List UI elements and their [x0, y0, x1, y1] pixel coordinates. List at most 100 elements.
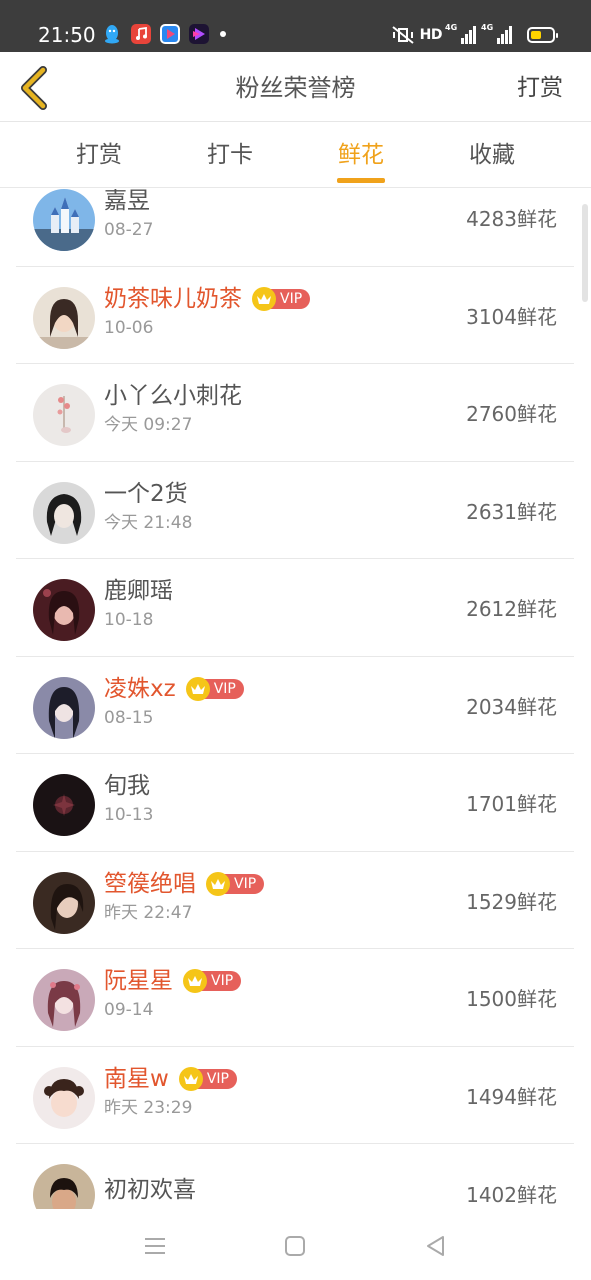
- fan-name-text: 初初欢喜: [104, 1177, 196, 1203]
- mute-vibrate-icon: [392, 26, 414, 44]
- page-title: 粉丝荣誉榜: [235, 74, 356, 102]
- fan-row[interactable]: 旬我 10-13 1701鲜花: [16, 754, 574, 852]
- fan-date: 今天 09:27: [104, 415, 193, 435]
- fan-name[interactable]: 奶茶味儿奶茶 VIP: [104, 284, 311, 314]
- fan-name[interactable]: 小丫么小刺花: [104, 381, 242, 411]
- flower-count: 2631鲜花: [466, 499, 557, 524]
- avatar[interactable]: [33, 774, 95, 836]
- fan-date: 10-06: [104, 317, 154, 338]
- tab-flowers[interactable]: 鲜花: [321, 140, 401, 170]
- network-hd-label: HD: [419, 27, 443, 43]
- avatar[interactable]: [33, 969, 95, 1031]
- status-right-group: HD 4G 4G: [390, 23, 558, 46]
- fan-date: 10-13: [104, 805, 154, 825]
- fan-row[interactable]: 南星w VIP 昨天 23:29 1494鲜花: [16, 1047, 574, 1144]
- fan-row[interactable]: 凌姝xz VIP 08-15 2034鲜花: [16, 657, 574, 754]
- avatar[interactable]: [33, 384, 95, 446]
- fan-row[interactable]: 小丫么小刺花今天 09:27 2760鲜花: [16, 364, 574, 462]
- reward-button[interactable]: 打赏: [517, 72, 563, 104]
- fan-row[interactable]: 奶茶味儿奶茶 VIP 10-06 3104鲜花: [16, 267, 574, 364]
- player-app-icon: [189, 24, 209, 44]
- crown-icon: [183, 969, 207, 993]
- avatar[interactable]: [33, 676, 95, 739]
- tab-favorites[interactable]: 收藏: [452, 140, 532, 170]
- flower-count: 2760鲜花: [466, 402, 557, 426]
- status-bar: 21:50 HD 4G 4G: [0, 0, 591, 52]
- fan-name[interactable]: 凌姝xz VIP: [104, 674, 244, 704]
- fan-row[interactable]: 阮星星 VIP 09-14 1500鲜花: [16, 949, 574, 1047]
- active-tab-indicator: [337, 178, 385, 183]
- vip-badge: VIP: [183, 969, 242, 993]
- music-icon: [131, 24, 151, 44]
- flower-count: 1701鲜花: [466, 792, 557, 816]
- flower-count: 3104鲜花: [466, 304, 557, 329]
- flower-count: 4283鲜花: [466, 207, 557, 231]
- fan-date: 10-18: [104, 610, 154, 630]
- back-triangle-icon[interactable]: [420, 1231, 450, 1261]
- avatar[interactable]: [33, 1164, 95, 1209]
- status-app-icons: [102, 24, 226, 44]
- vip-badge: VIP: [178, 1066, 237, 1091]
- flower-count: 1494鲜花: [466, 1084, 557, 1109]
- flower-count: 1402鲜花: [466, 1183, 557, 1207]
- fan-date: 09-14: [104, 1000, 154, 1020]
- fan-date: 昨天 23:29: [104, 1097, 193, 1118]
- flower-count: 1500鲜花: [466, 987, 557, 1011]
- fan-honor-page: 21:50 HD 4G 4G 粉丝荣誉榜 打赏 打赏 打卡 鲜花 收藏 嘉昱 0…: [0, 0, 591, 1280]
- flower-count: 2612鲜花: [466, 597, 557, 621]
- fan-row[interactable]: 嘉昱 08-27 4283鲜花: [16, 189, 574, 267]
- fan-row[interactable]: 一个2货今天 21:48 2631鲜花: [16, 462, 574, 559]
- tab-checkin[interactable]: 打卡: [190, 140, 270, 170]
- fan-name-text: 奶茶味儿奶茶: [104, 285, 242, 312]
- avatar[interactable]: [33, 189, 95, 251]
- fan-row[interactable]: 箜篌绝唱 VIP 昨天 22:47 1529鲜花: [16, 852, 574, 949]
- fan-name-text: 箜篌绝唱: [104, 870, 196, 897]
- fan-name-text: 鹿卿瑶: [104, 578, 173, 604]
- menu-icon[interactable]: [140, 1231, 170, 1261]
- fan-name[interactable]: 鹿卿瑶: [104, 576, 173, 606]
- avatar[interactable]: [33, 1066, 95, 1129]
- flower-count: 2034鲜花: [466, 694, 557, 719]
- fan-name[interactable]: 阮星星 VIP: [104, 966, 242, 996]
- fan-name-text: 嘉昱: [104, 189, 150, 214]
- fan-name-text: 小丫么小刺花: [104, 383, 242, 409]
- app-header: 粉丝荣誉榜 打赏: [0, 52, 591, 122]
- fan-name-text: 南星w: [104, 1065, 169, 1092]
- fan-name[interactable]: 南星w VIP: [104, 1064, 237, 1094]
- crown-icon: [185, 676, 210, 701]
- avatar[interactable]: [33, 579, 95, 641]
- fan-name[interactable]: 初初欢喜: [104, 1175, 196, 1205]
- fan-name[interactable]: 箜篌绝唱 VIP: [104, 869, 265, 899]
- system-nav-bar: [0, 1209, 591, 1280]
- fan-name[interactable]: 嘉昱: [104, 189, 150, 216]
- fan-name-text: 阮星星: [104, 968, 173, 994]
- video-app-icon: [160, 24, 180, 44]
- flower-count: 1529鲜花: [466, 889, 557, 914]
- fan-name-text: 旬我: [104, 773, 150, 799]
- signal-icon-2: 4G: [481, 23, 512, 45]
- avatar[interactable]: [33, 871, 95, 934]
- battery-icon: [527, 27, 558, 43]
- fan-date: 08-27: [104, 220, 154, 240]
- status-time: 21:50: [38, 23, 96, 47]
- qq-icon: [102, 24, 122, 44]
- tab-reward[interactable]: 打赏: [59, 140, 139, 170]
- fan-date: 今天 21:48: [104, 512, 193, 533]
- fan-name-text: 凌姝xz: [104, 675, 176, 702]
- fan-row[interactable]: 初初欢喜 1402鲜花: [16, 1144, 574, 1209]
- fan-name[interactable]: 旬我: [104, 771, 150, 801]
- fan-list[interactable]: 嘉昱 08-27 4283鲜花奶茶味儿奶茶 VIP 10-06 3104鲜花小丫么小刺花今…: [0, 189, 591, 1209]
- vip-badge: VIP: [185, 676, 244, 701]
- crown-icon: [252, 286, 276, 311]
- home-square-icon[interactable]: [280, 1231, 310, 1261]
- tab-bar: 打赏 打卡 鲜花 收藏: [0, 122, 591, 188]
- vip-badge: VIP: [252, 286, 311, 311]
- avatar[interactable]: [33, 481, 95, 544]
- signal-icon-1: 4G: [445, 23, 476, 45]
- vip-badge: VIP: [206, 871, 265, 896]
- fan-row[interactable]: 鹿卿瑶 10-18 2612鲜花: [16, 559, 574, 657]
- fan-name[interactable]: 一个2货: [104, 479, 188, 509]
- avatar[interactable]: [33, 286, 95, 349]
- fan-date: 昨天 22:47: [104, 902, 193, 923]
- scrollbar-thumb[interactable]: [582, 204, 588, 302]
